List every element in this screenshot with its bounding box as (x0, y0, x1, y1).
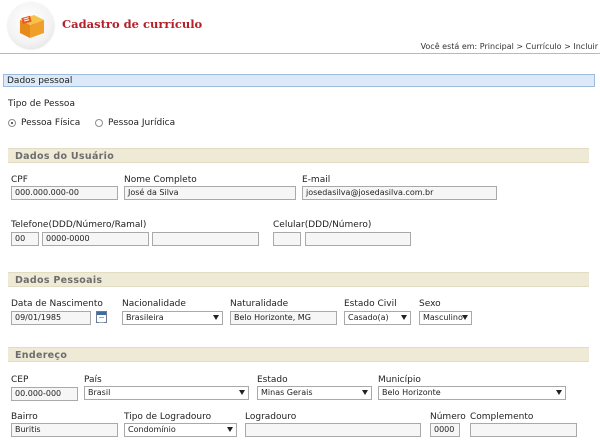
section-dados-pessoal: Dados pessoal (3, 74, 595, 87)
nacionalidade-value: Brasileira (126, 313, 164, 322)
naturalidade-label: Naturalidade (230, 299, 289, 309)
estado-label: Estado (257, 375, 288, 385)
municipio-label: Município (378, 375, 421, 385)
section-dados-usuario: Dados do Usuário (8, 148, 589, 163)
pais-value: Brasil (88, 388, 111, 397)
radio-pessoa-juridica[interactable] (95, 119, 103, 127)
numero-label: Número (430, 412, 466, 422)
numero-field[interactable]: 0000 (430, 423, 460, 437)
estado-select[interactable]: Minas Gerais (257, 386, 372, 400)
bairro-label: Bairro (11, 412, 38, 422)
estado-civil-select[interactable]: Casado(a) (344, 311, 411, 325)
telefone-numero-field[interactable]: 0000-0000 (42, 232, 149, 246)
app-title: Cadastro de currículo (62, 17, 203, 31)
section-endereco: Endereço (8, 347, 589, 362)
municipio-value: Belo Horizonte (382, 388, 441, 397)
estado-civil-value: Casado(a) (348, 313, 389, 322)
telefone-ramal-field[interactable] (152, 232, 259, 246)
cep-field[interactable]: 00.000-000 (11, 387, 78, 401)
pessoa-juridica-label[interactable]: Pessoa Jurídica (108, 118, 175, 128)
nascimento-label: Data de Nascimento (11, 299, 103, 309)
email-field[interactable]: josedasilva@josedasilva.com.br (302, 186, 497, 200)
pessoa-fisica-label[interactable]: Pessoa Física (21, 118, 80, 128)
chevron-down-icon (213, 315, 219, 320)
nome-completo-field[interactable]: José da Silva (124, 186, 296, 200)
telefone-ddd-field[interactable]: 00 (11, 232, 39, 246)
nome-completo-label: Nome Completo (124, 175, 197, 185)
email-label: E-mail (302, 175, 331, 185)
pais-label: País (84, 375, 102, 385)
celular-label: Celular(DDD/Número) (273, 220, 372, 230)
header-divider (0, 53, 600, 54)
municipio-select[interactable]: Belo Horizonte (378, 386, 566, 400)
estado-civil-label: Estado Civil (344, 299, 397, 309)
celular-ddd-field[interactable] (273, 232, 301, 246)
tipo-logradouro-select[interactable]: Condomínio (124, 423, 237, 437)
section-dados-pessoais: Dados Pessoais (8, 272, 589, 287)
logradouro-field[interactable] (245, 423, 421, 437)
telefone-label: Telefone(DDD/Número/Ramal) (11, 220, 147, 230)
tipo-pessoa-label: Tipo de Pessoa (8, 99, 75, 109)
chevron-down-icon (362, 390, 368, 395)
sexo-select[interactable]: Masculino (419, 311, 472, 325)
nacionalidade-select[interactable]: Brasileira (122, 311, 223, 325)
naturalidade-field[interactable]: Belo Horizonte, MG (230, 311, 337, 325)
tipo-logradouro-value: Condomínio (128, 425, 176, 434)
pais-select[interactable]: Brasil (84, 386, 249, 400)
complemento-label: Complemento (470, 412, 534, 422)
cpf-label: CPF (11, 175, 28, 185)
celular-numero-field[interactable] (305, 232, 411, 246)
nacionalidade-label: Nacionalidade (122, 299, 186, 309)
radio-pessoa-fisica[interactable] (8, 119, 16, 127)
sexo-value: Masculino (423, 313, 463, 322)
sexo-label: Sexo (419, 299, 441, 309)
cpf-field[interactable]: 000.000.000-00 (11, 186, 118, 200)
logradouro-label: Logradouro (245, 412, 297, 422)
bairro-field[interactable]: Buritis (11, 423, 118, 437)
nascimento-field[interactable]: 09/01/1985 (11, 311, 91, 325)
boxes-logo-icon (20, 15, 44, 38)
chevron-down-icon (227, 427, 233, 432)
tipo-logradouro-label: Tipo de Logradouro (124, 412, 212, 422)
estado-value: Minas Gerais (261, 388, 313, 397)
chevron-down-icon (401, 315, 407, 320)
complemento-field[interactable] (470, 423, 577, 437)
cep-label: CEP (11, 375, 29, 385)
app-logo (8, 2, 54, 48)
chevron-down-icon (462, 315, 468, 320)
chevron-down-icon (556, 390, 562, 395)
calendar-icon[interactable] (96, 311, 107, 323)
chevron-down-icon (239, 390, 245, 395)
breadcrumb[interactable]: Você está em: Principal > Currículo > In… (421, 42, 598, 51)
